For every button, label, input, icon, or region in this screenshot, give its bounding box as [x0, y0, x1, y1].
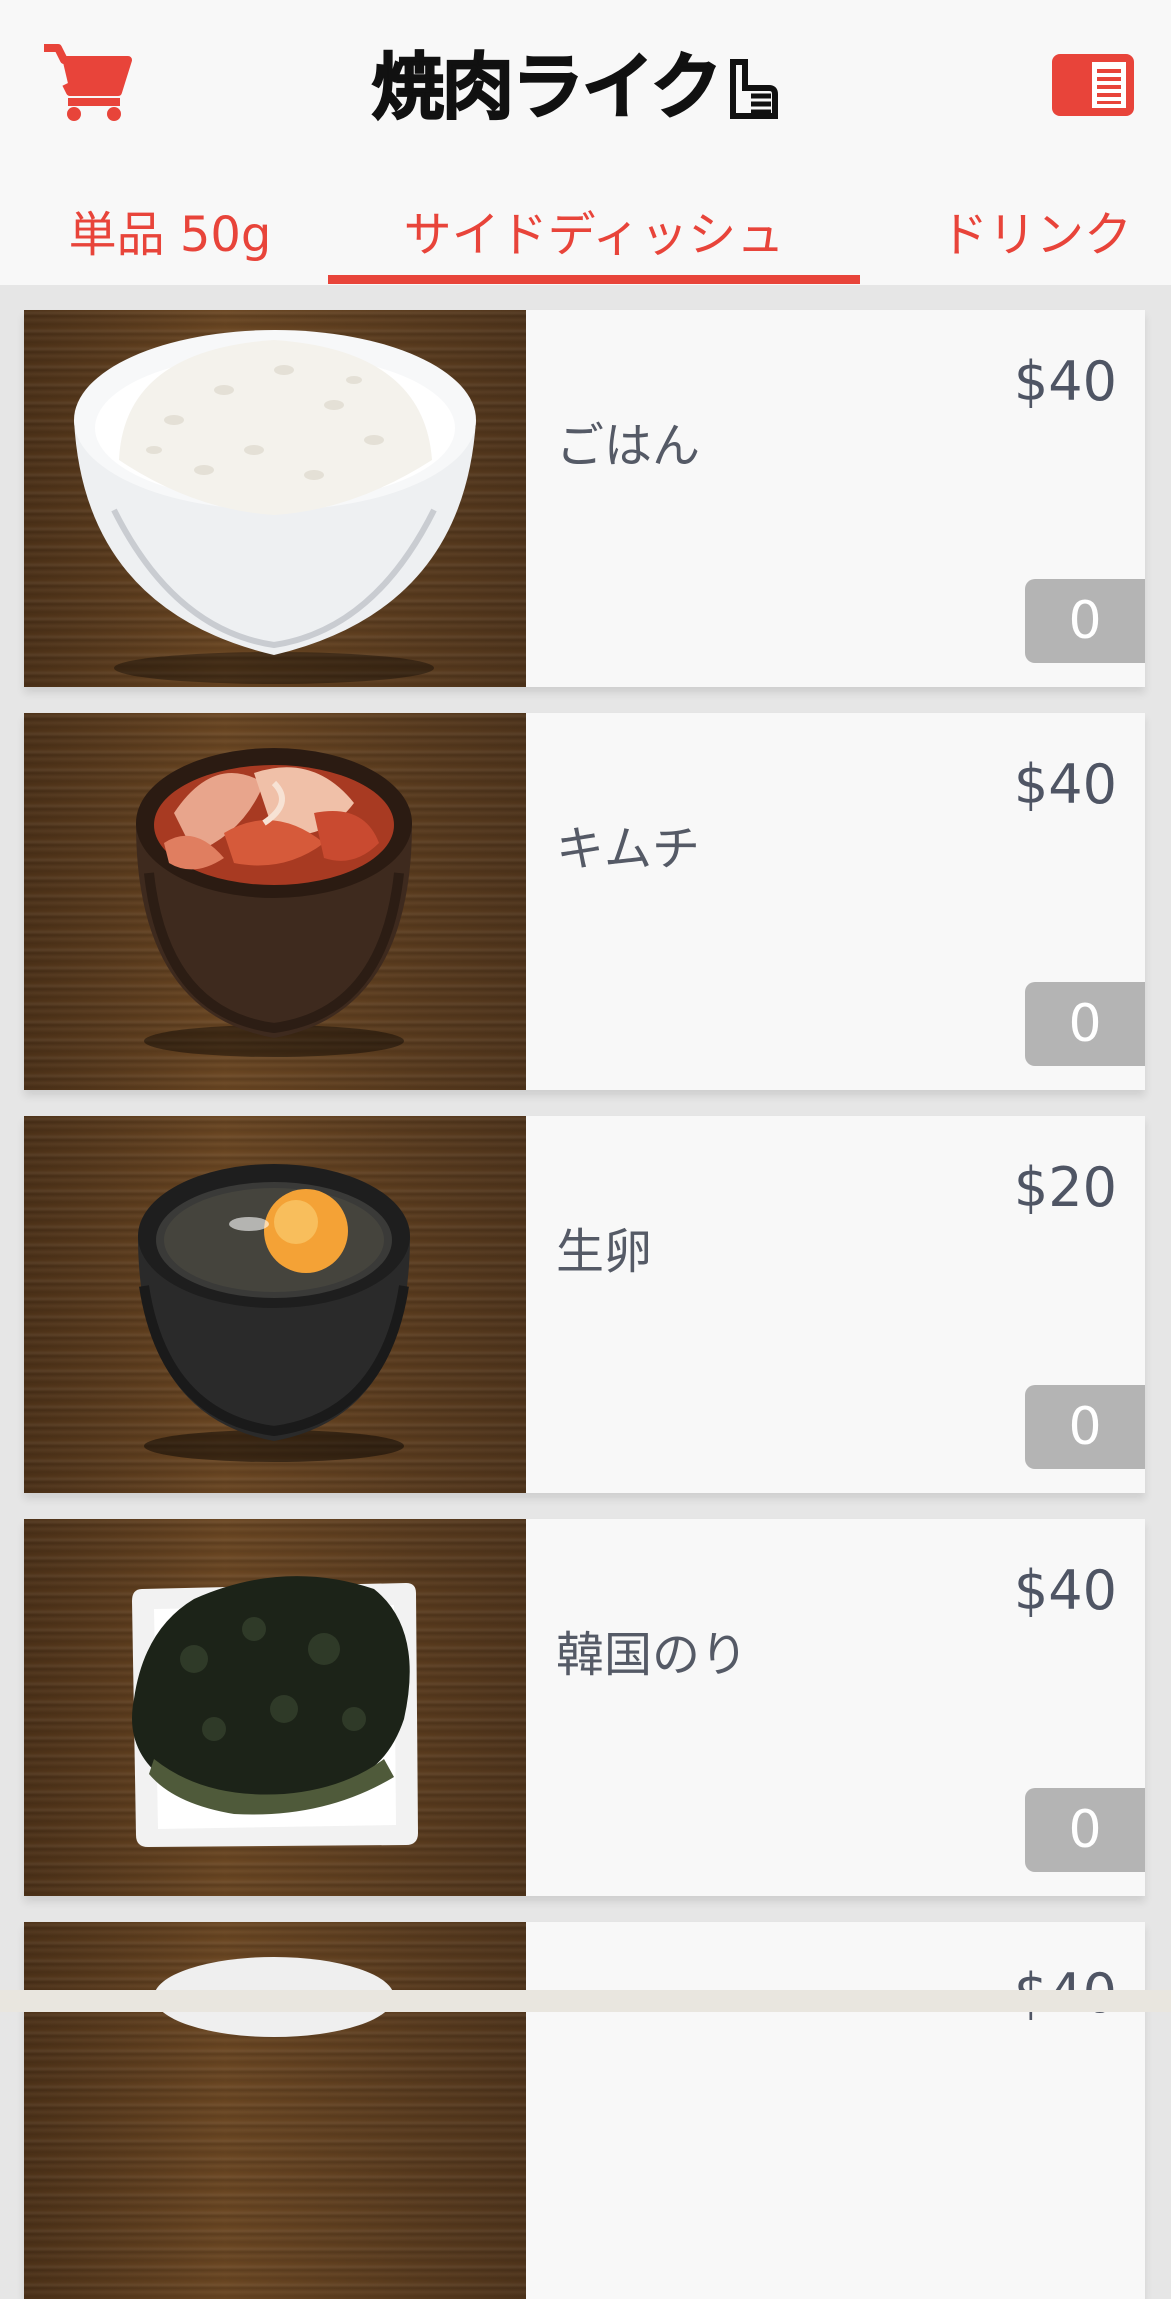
item-name: 生卵 [556, 1224, 653, 1280]
bottom-bar [0, 1990, 1171, 2012]
item-price: $40 [1013, 753, 1117, 816]
quantity-button[interactable]: 0 [1025, 1385, 1145, 1469]
quantity-button[interactable]: 0 [1025, 1788, 1145, 1872]
menu-item-card[interactable]: 生卵 $20 0 [24, 1116, 1145, 1493]
menu-item-card[interactable]: 韓国のり $40 0 [24, 1519, 1145, 1896]
menu-item-card[interactable]: $40 [24, 1922, 1145, 2299]
item-image-kimchi [24, 713, 526, 1090]
app-header: 焼肉ライク 単品 50g サイドディッシュ ドリンク [0, 0, 1171, 285]
item-name: ごはん [556, 418, 701, 474]
quantity-button[interactable]: 0 [1025, 579, 1145, 663]
cart-icon [44, 44, 132, 121]
item-name: キムチ [556, 821, 701, 877]
tab-side-dish[interactable]: サイドディッシュ [328, 180, 860, 280]
active-tab-indicator [328, 275, 860, 284]
menu-item-card[interactable]: ごはん $40 0 [24, 310, 1145, 687]
tab-single-50g[interactable]: 単品 50g [40, 180, 300, 280]
brand-logo: 焼肉ライク [371, 44, 792, 130]
item-image-raw-egg [24, 1116, 526, 1493]
tab-drink[interactable]: ドリンク [916, 180, 1156, 280]
cart-button[interactable] [40, 42, 134, 122]
logo-text: 焼肉ライク [371, 45, 724, 129]
item-image-rice [24, 310, 526, 687]
menu-list-icon [1052, 54, 1134, 116]
item-price: $40 [1013, 1559, 1117, 1622]
order-list-button[interactable] [1052, 54, 1134, 116]
item-image-korean-seaweed [24, 1519, 526, 1896]
quantity-button[interactable]: 0 [1025, 982, 1145, 1066]
item-image-partial [24, 1922, 526, 2299]
menu-item-card[interactable]: キムチ $40 0 [24, 713, 1145, 1090]
thumbs-up-icon [729, 59, 778, 119]
item-price: $40 [1013, 350, 1117, 413]
category-tabs: 単品 50g サイドディッシュ ドリンク [0, 180, 1171, 285]
item-price: $20 [1013, 1156, 1117, 1219]
item-name: 韓国のり [556, 1627, 749, 1683]
